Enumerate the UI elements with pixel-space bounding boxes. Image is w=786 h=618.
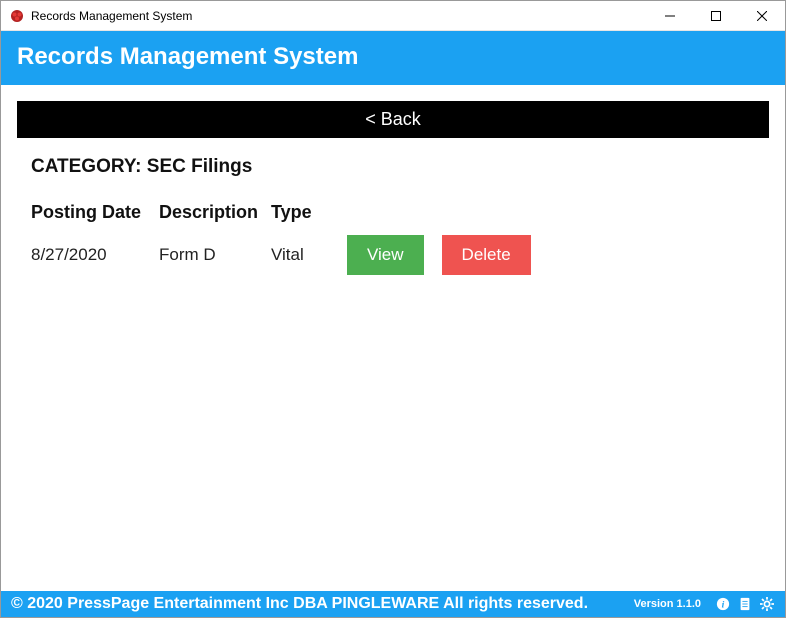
footer-version: Version 1.1.0 bbox=[634, 598, 701, 610]
app-icon bbox=[9, 8, 25, 24]
col-header-type: Type bbox=[271, 202, 343, 223]
titlebar: Records Management System bbox=[1, 1, 785, 31]
maximize-button[interactable] bbox=[693, 1, 739, 31]
col-header-description: Description bbox=[159, 202, 271, 223]
app-title: Records Management System bbox=[17, 43, 769, 71]
close-button[interactable] bbox=[739, 1, 785, 31]
footer-copyright: © 2020 PressPage Entertainment Inc DBA P… bbox=[11, 595, 588, 613]
table-row: 8/27/2020 Form D Vital View Delete bbox=[17, 229, 769, 281]
app-window: Records Management System Records Manage… bbox=[0, 0, 786, 618]
row-actions: View Delete bbox=[347, 235, 531, 275]
records-table: Posting Date Description Type 8/27/2020 … bbox=[17, 196, 769, 281]
app-header: Records Management System bbox=[1, 31, 785, 85]
category-prefix: CATEGORY: bbox=[31, 156, 147, 177]
back-button[interactable]: < Back bbox=[17, 101, 769, 138]
minimize-button[interactable] bbox=[647, 1, 693, 31]
info-icon[interactable]: i bbox=[715, 596, 731, 612]
cell-description: Form D bbox=[159, 245, 271, 265]
svg-text:i: i bbox=[722, 600, 725, 611]
view-button[interactable]: View bbox=[347, 235, 424, 275]
category-name: SEC Filings bbox=[147, 156, 253, 177]
delete-button[interactable]: Delete bbox=[442, 235, 531, 275]
window-title: Records Management System bbox=[31, 9, 192, 23]
content-area: < Back CATEGORY: SEC Filings Posting Dat… bbox=[1, 85, 785, 591]
document-icon[interactable] bbox=[737, 596, 753, 612]
gear-icon[interactable] bbox=[759, 596, 775, 612]
table-header-row: Posting Date Description Type bbox=[17, 196, 769, 229]
cell-posting-date: 8/27/2020 bbox=[31, 245, 159, 265]
category-heading: CATEGORY: SEC Filings bbox=[17, 156, 769, 178]
cell-type: Vital bbox=[271, 245, 343, 265]
footer: © 2020 PressPage Entertainment Inc DBA P… bbox=[1, 591, 785, 617]
col-header-posting-date: Posting Date bbox=[31, 202, 159, 223]
